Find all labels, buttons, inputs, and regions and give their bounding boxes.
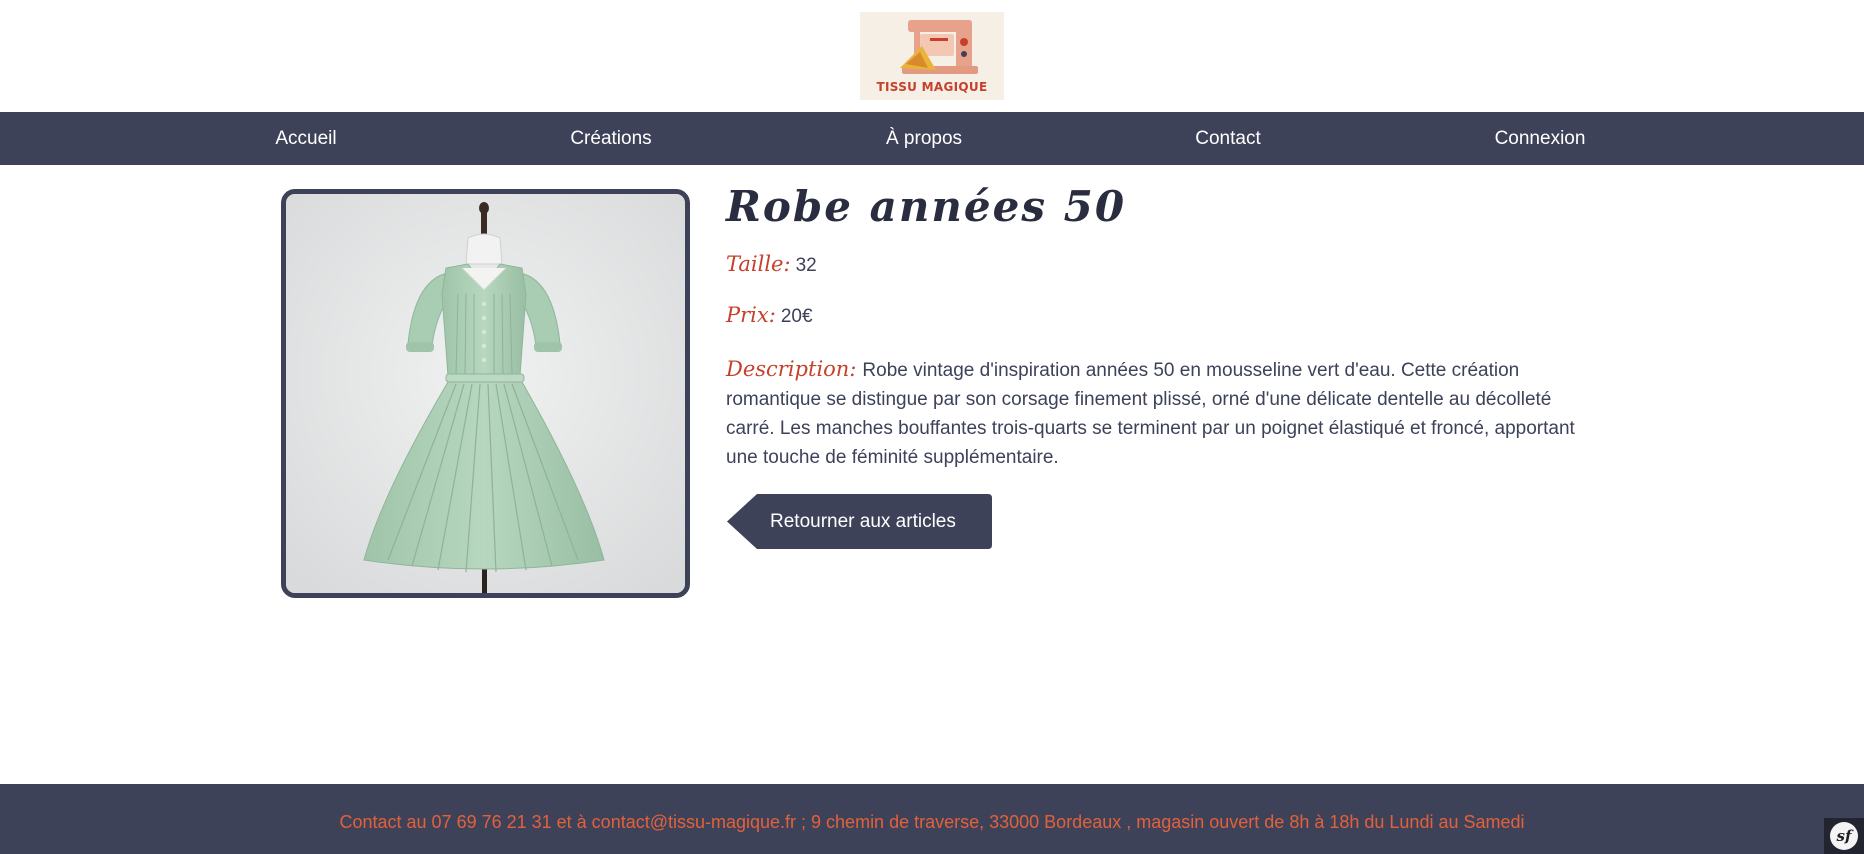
price-label: Prix: <box>726 303 776 327</box>
product-title: Robe années 50 <box>726 182 1127 231</box>
product-description: Description: Robe vintage d'inspiration a… <box>726 355 1586 472</box>
product-size: Taille: 32 <box>726 252 817 277</box>
back-to-articles-button[interactable]: Retourner aux articles <box>727 494 992 549</box>
size-label: Taille: <box>726 252 791 276</box>
nav-item-connexion[interactable]: Connexion <box>1495 112 1586 165</box>
product-image <box>281 189 690 598</box>
logo-text: TISSU MAGIQUE <box>876 80 988 94</box>
description-label: Description: <box>726 357 857 381</box>
nav-item-accueil[interactable]: Accueil <box>275 112 336 165</box>
main-nav: Accueil Créations À propos Contact Conne… <box>0 112 1864 165</box>
product-price: Prix: 20€ <box>726 303 813 328</box>
nav-item-a-propos[interactable]: À propos <box>886 112 962 165</box>
price-value: 20€ <box>780 306 813 327</box>
symfony-debug-toolbar-toggle[interactable]: sf <box>1824 818 1864 854</box>
symfony-icon: sf <box>1830 822 1858 850</box>
nav-item-creations[interactable]: Créations <box>570 112 651 165</box>
footer-contact-text: Contact au 07 69 76 21 31 et à contact@t… <box>339 812 1525 832</box>
site-footer: Contact au 07 69 76 21 31 et à contact@t… <box>0 784 1864 854</box>
nav-item-contact[interactable]: Contact <box>1195 112 1260 165</box>
back-button-label: Retourner aux articles <box>770 511 956 532</box>
site-logo[interactable]: TISSU MAGIQUE <box>860 12 1004 100</box>
dress-illustration <box>286 194 685 593</box>
size-value: 32 <box>795 255 817 276</box>
